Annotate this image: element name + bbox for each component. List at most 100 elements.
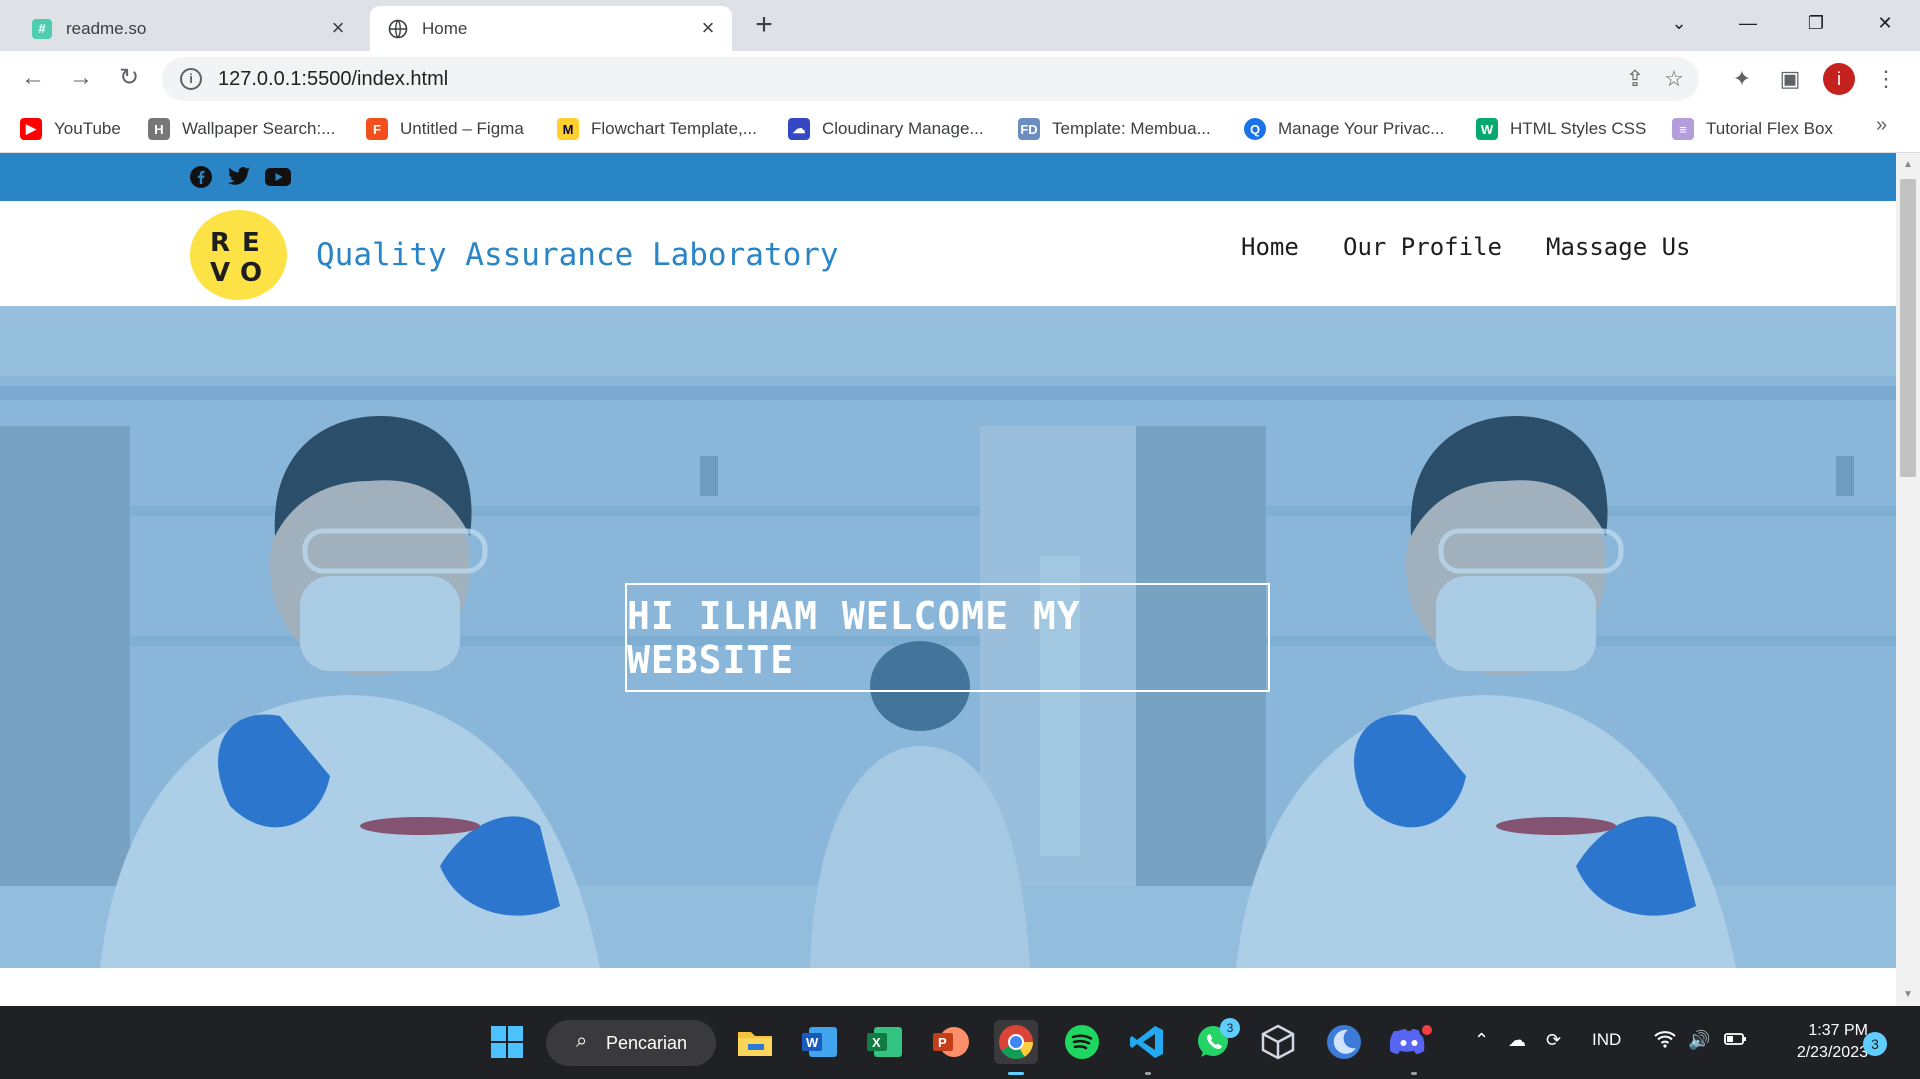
svg-text:W: W: [806, 1035, 819, 1050]
forward-icon[interactable]: →: [66, 63, 96, 93]
tab-label: Home: [422, 18, 468, 38]
browser-toolbar: ← → ↻ i 127.0.0.1:5500/index.html ⇪ ☆ ✦ …: [0, 51, 1920, 106]
bookmark-label: YouTube: [54, 119, 121, 138]
virtualbox-icon[interactable]: [1256, 1020, 1300, 1064]
excel-icon[interactable]: X: [863, 1020, 907, 1064]
youtube-icon[interactable]: [265, 165, 291, 189]
onedrive-icon[interactable]: ☁: [1508, 1030, 1526, 1051]
battery-icon[interactable]: [1724, 1030, 1748, 1053]
volume-icon[interactable]: 🔊: [1688, 1030, 1710, 1051]
youtube-icon: ▶: [20, 118, 42, 140]
scroll-down-icon[interactable]: ▼: [1902, 989, 1914, 1000]
bookmark-cloudinary[interactable]: ☁ Cloudinary Manage...: [788, 116, 984, 142]
w3schools-icon: W: [1476, 118, 1498, 140]
site-info-icon[interactable]: i: [180, 68, 202, 90]
bookmark-label: HTML Styles CSS: [1510, 119, 1647, 138]
address-url[interactable]: 127.0.0.1:5500/index.html: [218, 68, 448, 91]
system-clock[interactable]: 1:37 PM 2/23/2023: [1766, 1020, 1868, 1064]
app-moon-icon[interactable]: [1322, 1020, 1366, 1064]
notification-count[interactable]: 3: [1863, 1032, 1887, 1056]
tab-home[interactable]: Home ×: [370, 6, 732, 51]
share-icon[interactable]: ⇪: [1621, 65, 1649, 93]
whatsapp-badge: 3: [1220, 1018, 1240, 1038]
hero-banner: HI ILHAM WELCOME MY WEBSITE: [0, 306, 1896, 968]
bookmark-figma[interactable]: F Untitled – Figma: [366, 116, 524, 142]
close-tab-icon[interactable]: ×: [326, 16, 350, 40]
menu-kebab-icon[interactable]: ⋮: [1870, 63, 1902, 95]
scroll-up-icon[interactable]: ▲: [1902, 159, 1914, 170]
word-icon[interactable]: W: [798, 1020, 842, 1064]
bookmark-template[interactable]: FD Template: Membua...: [1018, 116, 1211, 142]
logo-letter: R: [210, 228, 231, 258]
tab-strip: # readme.so × Home × + ⌄ — ❐ ✕: [0, 0, 1920, 51]
spotify-icon[interactable]: [1060, 1020, 1104, 1064]
privacy-icon: Q: [1244, 118, 1266, 140]
powerpoint-icon[interactable]: P: [929, 1020, 973, 1064]
restore-icon[interactable]: ❐: [1793, 6, 1839, 40]
bookmark-flexbox[interactable]: ≡ Tutorial Flex Box: [1672, 116, 1833, 142]
tab-search-chevron-icon[interactable]: ⌄: [1656, 6, 1702, 40]
bookmark-w3schools[interactable]: W HTML Styles CSS: [1476, 116, 1646, 142]
new-tab-icon[interactable]: +: [748, 10, 780, 42]
bookmark-miro[interactable]: M Flowchart Template,...: [557, 116, 757, 142]
bookmark-label: Flowchart Template,...: [591, 119, 757, 138]
taskbar-search[interactable]: ⌕ Pencarian: [546, 1020, 716, 1066]
sync-icon[interactable]: ⟳: [1546, 1030, 1561, 1051]
address-bar[interactable]: i 127.0.0.1:5500/index.html ⇪ ☆: [162, 57, 1699, 101]
miro-icon: M: [557, 118, 579, 140]
readme-favicon-icon: #: [32, 18, 52, 39]
bookmark-wallpaper[interactable]: H Wallpaper Search:...: [148, 116, 335, 142]
flexbox-icon: ≡: [1672, 118, 1694, 140]
bookmarks-overflow-icon[interactable]: »: [1876, 114, 1887, 137]
tab-readme[interactable]: # readme.so ×: [10, 6, 362, 51]
tab-label: readme.so: [66, 18, 147, 38]
extensions-icon[interactable]: ✦: [1726, 63, 1758, 95]
page-viewport: R E V O Quality Assurance Laboratory Hom…: [0, 153, 1896, 1006]
cloudinary-icon: ☁: [788, 118, 810, 140]
profile-avatar[interactable]: i: [1823, 63, 1855, 95]
nav-home[interactable]: Home: [1241, 233, 1299, 261]
file-explorer-icon[interactable]: [733, 1020, 777, 1064]
chrome-icon[interactable]: [994, 1020, 1038, 1064]
fd-icon: FD: [1018, 118, 1040, 140]
page-scrollbar[interactable]: ▲ ▼: [1896, 153, 1920, 1006]
nav-our-profile[interactable]: Our Profile: [1343, 233, 1502, 261]
search-label: Pencarian: [606, 1032, 688, 1053]
bookmark-star-icon[interactable]: ☆: [1660, 65, 1688, 93]
back-icon[interactable]: ←: [18, 63, 48, 93]
logo-letter: O: [240, 258, 263, 288]
vscode-icon[interactable]: [1125, 1020, 1169, 1064]
search-icon: ⌕: [576, 1030, 588, 1052]
wifi-icon[interactable]: [1654, 1030, 1676, 1053]
bookmark-label: Wallpaper Search:...: [182, 119, 336, 138]
bookmark-privacy[interactable]: Q Manage Your Privac...: [1244, 116, 1444, 142]
logo-letter: V: [210, 258, 231, 288]
minimize-icon[interactable]: —: [1725, 6, 1771, 40]
clock-date: 2/23/2023: [1796, 1044, 1868, 1061]
language-indicator[interactable]: IND: [1592, 1030, 1621, 1050]
wallpaper-icon: H: [148, 118, 170, 140]
scrollbar-thumb[interactable]: [1900, 179, 1916, 477]
site-logo[interactable]: R E V O: [190, 210, 287, 300]
bookmark-label: Template: Membua...: [1052, 119, 1211, 138]
close-tab-icon[interactable]: ×: [696, 16, 720, 40]
bookmarks-bar: ▶ YouTube H Wallpaper Search:... F Untit…: [0, 106, 1920, 153]
discord-notification-dot: [1419, 1022, 1435, 1038]
bookmark-youtube[interactable]: ▶ YouTube: [20, 116, 121, 142]
tray-overflow-chevron-icon[interactable]: ⌃: [1474, 1030, 1489, 1051]
twitter-icon[interactable]: [226, 165, 252, 189]
site-title: Quality Assurance Laboratory: [316, 237, 839, 273]
globe-icon: [388, 19, 408, 39]
bookmark-label: Tutorial Flex Box: [1706, 119, 1833, 138]
close-window-icon[interactable]: ✕: [1862, 6, 1908, 40]
hero-welcome-box: HI ILHAM WELCOME MY WEBSITE: [625, 583, 1270, 692]
windows-start-icon[interactable]: [485, 1020, 529, 1064]
svg-text:P: P: [938, 1035, 947, 1050]
svg-text:X: X: [872, 1035, 881, 1050]
vscode-running-indicator: [1145, 1072, 1151, 1075]
site-header: R E V O Quality Assurance Laboratory Hom…: [0, 201, 1896, 306]
facebook-icon[interactable]: [188, 165, 214, 189]
side-panel-icon[interactable]: ▣: [1774, 63, 1806, 95]
nav-massage-us[interactable]: Massage Us: [1546, 233, 1691, 261]
reload-icon[interactable]: ↻: [114, 63, 144, 93]
